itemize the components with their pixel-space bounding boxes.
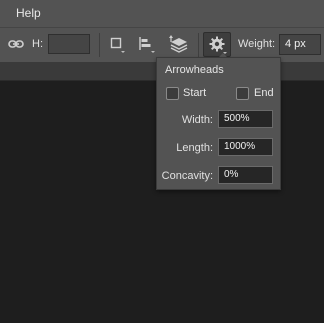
concavity-input[interactable]: 0% (218, 166, 273, 184)
menu-help[interactable]: Help (16, 6, 41, 20)
width-label: Width: (181, 114, 213, 126)
arrange-icon[interactable] (168, 35, 188, 53)
align-icon[interactable] (138, 36, 155, 53)
length-label: Length: (176, 142, 213, 154)
height-label: H: (32, 38, 43, 50)
end-label: End (254, 87, 274, 99)
start-label: Start (183, 87, 207, 99)
divider (198, 33, 199, 57)
arrowheads-title: Arrowheads (165, 64, 224, 76)
menu-bar: Help (0, 0, 324, 27)
width-input[interactable]: 500% (218, 110, 273, 128)
stroke-square-icon[interactable] (109, 36, 125, 53)
start-checkbox[interactable] (166, 87, 179, 100)
weight-label: Weight: (238, 38, 276, 50)
arrowheads-popup: Arrowheads Start End Width: 500% Length:… (156, 57, 281, 190)
end-checkbox[interactable] (236, 87, 249, 100)
link-icon[interactable] (8, 38, 24, 50)
height-input[interactable] (48, 34, 90, 54)
length-input[interactable]: 1000% (218, 138, 273, 156)
divider (99, 33, 100, 57)
concavity-label: Concavity: (161, 170, 213, 182)
weight-input[interactable]: 4 px (279, 34, 321, 55)
